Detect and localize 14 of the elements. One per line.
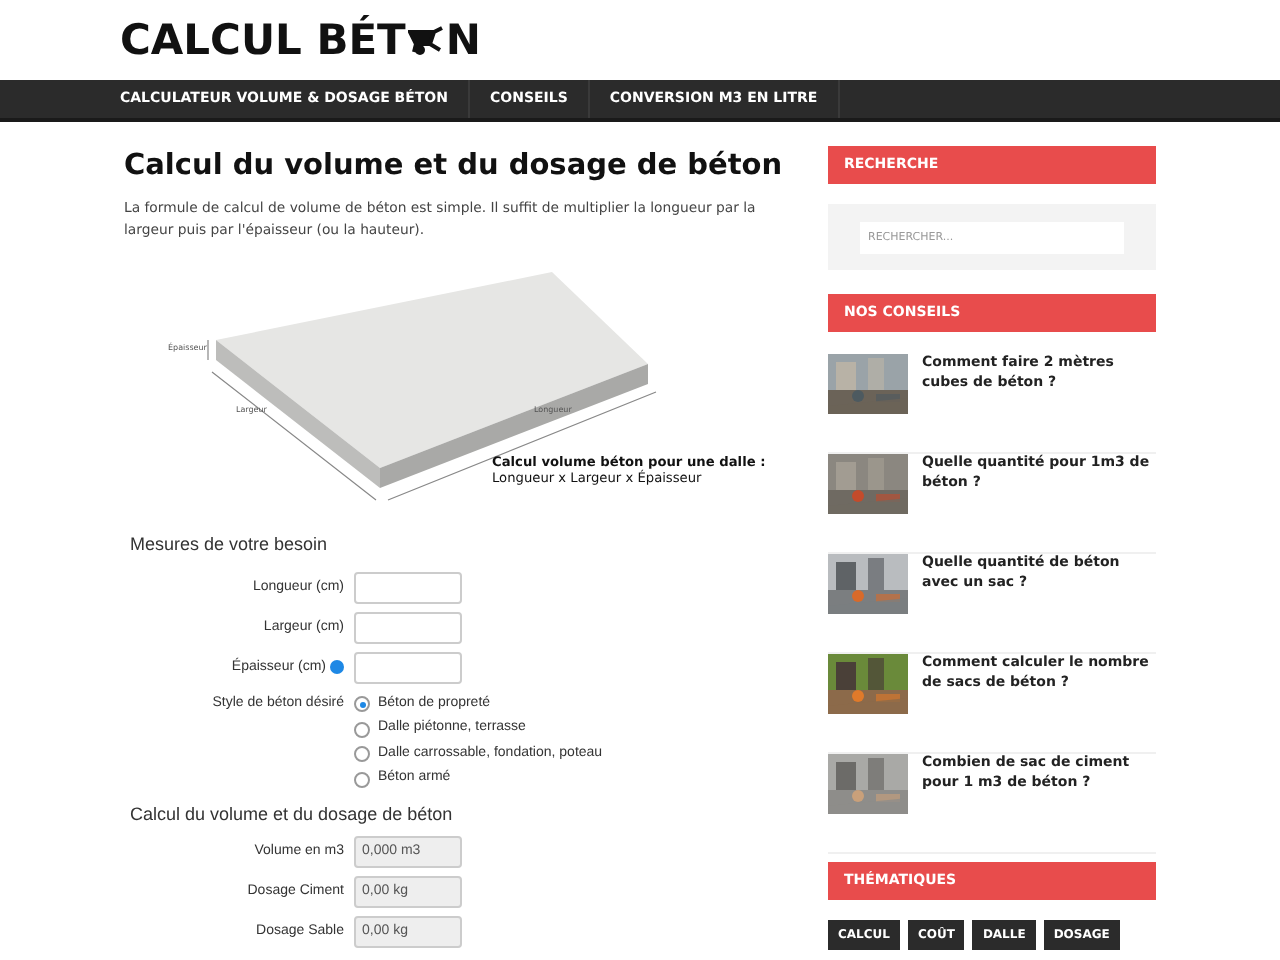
input-field[interactable] (354, 611, 462, 644)
radio-button[interactable] (354, 721, 370, 738)
logo-text: N (445, 19, 481, 61)
radio-button[interactable] (354, 771, 370, 788)
radio-button[interactable] (354, 696, 370, 713)
radio-button[interactable] (354, 746, 370, 763)
input-field[interactable] (354, 571, 462, 604)
section-title: Mesures de votre besoin (130, 532, 330, 559)
section-title: Calcul du volume et du dosage de béton (130, 801, 455, 828)
wheelbarrow-icon (407, 24, 444, 56)
logo-text: CALCUL BÉT (120, 19, 406, 61)
input-field[interactable] (354, 651, 462, 684)
info-icon (330, 660, 344, 675)
page-title: Calcul du volume et du dosage de béton (124, 148, 783, 186)
